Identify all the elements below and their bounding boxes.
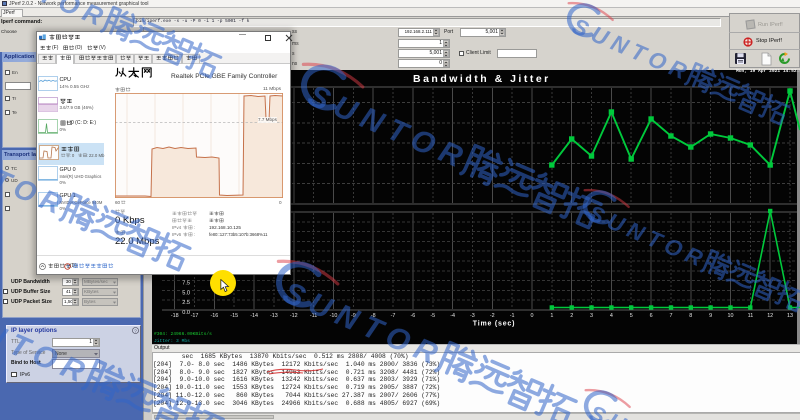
svg-text:-2: -2 [490, 313, 495, 319]
svg-text:-1: -1 [510, 313, 515, 319]
svg-text:2.5: 2.5 [182, 300, 190, 306]
svg-text:2: 2 [570, 313, 573, 319]
svg-text:-14: -14 [250, 313, 258, 319]
svg-text:3: 3 [590, 313, 593, 319]
svg-text:-5: -5 [430, 313, 435, 319]
svg-text:-15: -15 [230, 313, 238, 319]
svg-text:11: 11 [748, 313, 754, 319]
svg-text:-16: -16 [211, 313, 219, 319]
svg-text:?: ? [134, 328, 137, 334]
svg-text:-11: -11 [310, 313, 317, 319]
svg-text:-9: -9 [351, 313, 356, 319]
svg-text:1: 1 [550, 313, 553, 319]
svg-text:5.0: 5.0 [182, 290, 190, 296]
svg-text:9: 9 [709, 313, 712, 319]
svg-text:-4: -4 [450, 313, 455, 319]
svg-text:13: 13 [787, 313, 793, 319]
svg-text:-7: -7 [391, 313, 396, 319]
svg-text:5: 5 [630, 313, 633, 319]
svg-text:10: 10 [728, 313, 734, 319]
svg-text:0.0: 0.0 [182, 310, 190, 316]
svg-text:-18: -18 [171, 313, 179, 319]
svg-text:7: 7 [670, 313, 673, 319]
svg-text:-3: -3 [470, 313, 475, 319]
svg-text:8: 8 [689, 313, 692, 319]
svg-text:-10: -10 [330, 313, 338, 319]
svg-text:12: 12 [767, 313, 773, 319]
svg-text:-17: -17 [191, 313, 199, 319]
svg-text:-6: -6 [411, 313, 416, 319]
svg-text:-8: -8 [371, 313, 376, 319]
svg-text:-13: -13 [270, 313, 278, 319]
svg-text:Time (sec): Time (sec) [473, 321, 516, 328]
svg-text:-12: -12 [290, 313, 298, 319]
svg-text:6: 6 [650, 313, 653, 319]
svg-text:0: 0 [531, 313, 534, 319]
svg-text:7.5: 7.5 [182, 281, 190, 287]
svg-text:4: 4 [610, 313, 613, 319]
